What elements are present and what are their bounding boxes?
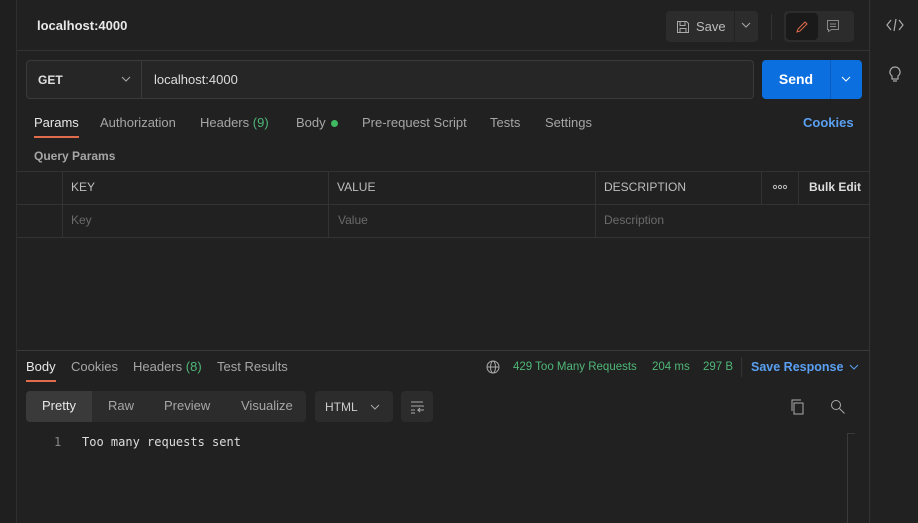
left-sidebar-strip (0, 0, 17, 523)
mode-visualize[interactable]: Visualize (241, 398, 293, 413)
response-tab-headers[interactable]: Headers (8) (133, 359, 202, 374)
line-number: 1 (54, 435, 62, 449)
send-button[interactable]: Send (762, 60, 830, 99)
response-body-line: Too many requests sent (82, 435, 241, 449)
wrap-lines-icon (411, 401, 424, 414)
column-value: VALUE (337, 180, 376, 194)
save-icon (677, 20, 689, 33)
value-input[interactable]: Value (338, 213, 368, 227)
wrap-lines-button[interactable] (401, 391, 433, 422)
body-indicator-dot (331, 120, 339, 127)
comments-icon[interactable] (826, 19, 840, 33)
tab-params[interactable]: Params (34, 115, 79, 138)
scrollbar[interactable] (847, 433, 848, 523)
url-bar: GET localhost:4000 (26, 60, 754, 99)
search-icon[interactable] (830, 399, 846, 415)
save-response-button[interactable]: Save Response (751, 360, 859, 374)
view-toggle (784, 11, 854, 42)
tab-pre-request-script[interactable]: Pre-request Script (362, 115, 467, 130)
tab-body[interactable]: Body (296, 115, 339, 130)
response-tab-cookies[interactable]: Cookies (71, 359, 118, 374)
copy-icon[interactable] (790, 399, 806, 415)
response-time[interactable]: 204 ms (652, 361, 690, 373)
key-input[interactable]: Key (71, 213, 92, 227)
response-tab-body[interactable]: Body (26, 359, 56, 382)
pane-divider[interactable] (17, 350, 869, 351)
format-select[interactable]: HTML (315, 391, 393, 422)
edit-pencil-icon[interactable] (786, 13, 818, 40)
cookies-link[interactable]: Cookies (803, 115, 854, 130)
tab-authorization[interactable]: Authorization (100, 115, 176, 130)
tab-headers[interactable]: Headers (9) (200, 115, 269, 130)
description-input[interactable]: Description (604, 213, 664, 227)
lightbulb-icon[interactable] (887, 65, 903, 83)
save-button[interactable]: Save (666, 11, 734, 42)
tab-settings[interactable]: Settings (545, 115, 592, 130)
tab-tests[interactable]: Tests (490, 115, 520, 130)
chevron-down-icon (120, 73, 132, 85)
chevron-down-icon (369, 401, 381, 413)
send-dropdown-chevron-icon[interactable] (840, 73, 852, 85)
response-tab-test-results[interactable]: Test Results (217, 359, 288, 374)
mode-preview[interactable]: Preview (164, 398, 210, 413)
query-params-title: Query Params (34, 149, 116, 163)
method-select[interactable]: GET (27, 61, 142, 98)
column-key: KEY (71, 180, 96, 194)
right-sidebar (869, 0, 918, 523)
response-status[interactable]: 429 Too Many Requests (513, 361, 637, 373)
save-button-group: Save (666, 11, 758, 42)
mode-raw[interactable]: Raw (108, 398, 134, 413)
bulk-edit-button[interactable]: Bulk Edit (809, 180, 861, 194)
send-button-group: Send (762, 60, 862, 99)
mode-pretty[interactable]: Pretty (42, 398, 76, 413)
save-dropdown-chevron-icon[interactable] (740, 19, 752, 31)
code-icon[interactable] (886, 17, 904, 33)
chevron-down-icon (850, 364, 859, 370)
request-title: localhost:4000 (37, 18, 128, 33)
column-description: DESCRIPTION (604, 180, 687, 194)
globe-icon (486, 360, 500, 374)
url-input[interactable]: localhost:4000 (154, 72, 238, 87)
response-size[interactable]: 297 B (703, 361, 733, 373)
more-options-icon[interactable] (772, 183, 788, 191)
